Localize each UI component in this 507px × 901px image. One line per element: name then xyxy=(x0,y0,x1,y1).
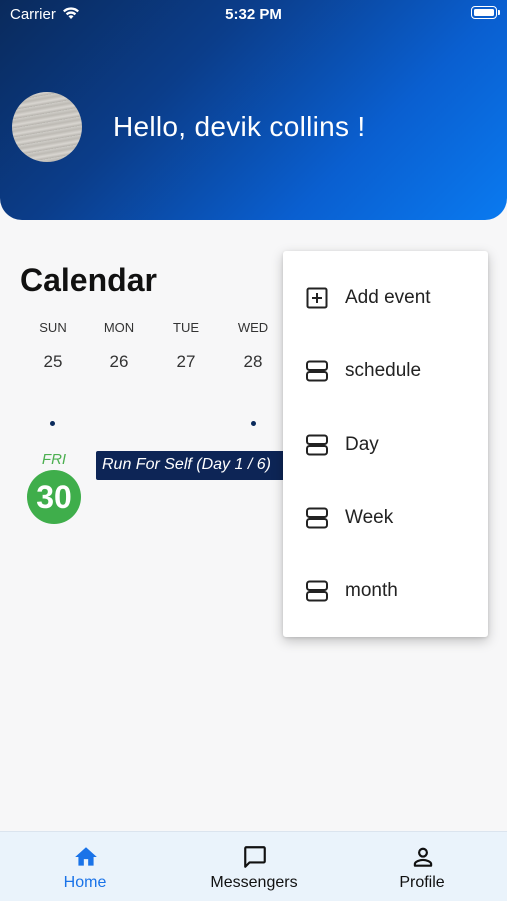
status-time: 5:32 PM xyxy=(225,6,282,23)
day-number[interactable]: 25 xyxy=(23,352,83,372)
menu-item-schedule[interactable]: schedule xyxy=(283,341,488,401)
day-number[interactable]: 28 xyxy=(223,352,283,372)
menu-item-label: Day xyxy=(345,434,379,455)
add-box-icon xyxy=(306,287,328,309)
status-bar: Carrier 5:32 PM xyxy=(0,0,507,28)
bottom-navigation: Home Messengers Profile xyxy=(0,831,507,901)
menu-item-label: month xyxy=(345,580,398,601)
event-dot xyxy=(50,421,55,426)
nav-label: Messengers xyxy=(210,874,298,891)
view-agenda-icon xyxy=(306,580,328,602)
avatar[interactable] xyxy=(12,92,82,162)
day-name: WED xyxy=(237,320,269,335)
day-name: MON xyxy=(103,320,135,335)
chat-icon xyxy=(244,846,266,868)
nav-messengers[interactable]: Messengers xyxy=(184,832,324,901)
day-name: TUE xyxy=(173,320,199,335)
menu-item-label: schedule xyxy=(345,360,422,381)
today-date-circle[interactable]: 30 xyxy=(27,470,81,524)
menu-item-label: Add event xyxy=(345,287,431,308)
menu-item-month[interactable]: month xyxy=(283,561,488,621)
battery-icon xyxy=(471,6,500,19)
home-icon xyxy=(75,847,97,866)
menu-item-day[interactable]: Day xyxy=(283,415,488,475)
event-dot xyxy=(251,421,256,426)
menu-item-week[interactable]: Week xyxy=(283,488,488,548)
day-number[interactable]: 27 xyxy=(156,352,216,372)
nav-label: Home xyxy=(63,874,107,891)
day-number[interactable]: 26 xyxy=(89,352,149,372)
header-banner: Carrier 5:32 PM Hello, devik collins ! xyxy=(0,0,507,220)
nav-label: Profile xyxy=(399,874,445,891)
menu-item-add-event[interactable]: Add event xyxy=(283,268,488,328)
nav-home[interactable]: Home xyxy=(15,832,155,901)
today-day-name: FRI xyxy=(41,451,67,468)
calendar-title: Calendar xyxy=(20,262,157,298)
view-options-menu: Add event schedule Day Week month xyxy=(283,251,488,637)
greeting-text: Hello, devik collins ! xyxy=(113,111,366,142)
view-agenda-icon xyxy=(306,507,328,529)
person-icon xyxy=(413,847,433,867)
view-agenda-icon xyxy=(306,360,328,382)
menu-item-label: Week xyxy=(345,507,394,528)
event-tag[interactable]: Run For Self (Day 1 / 6) xyxy=(96,451,296,480)
view-agenda-icon xyxy=(306,434,328,456)
day-name: SUN xyxy=(39,320,67,335)
nav-profile[interactable]: Profile xyxy=(352,832,492,901)
